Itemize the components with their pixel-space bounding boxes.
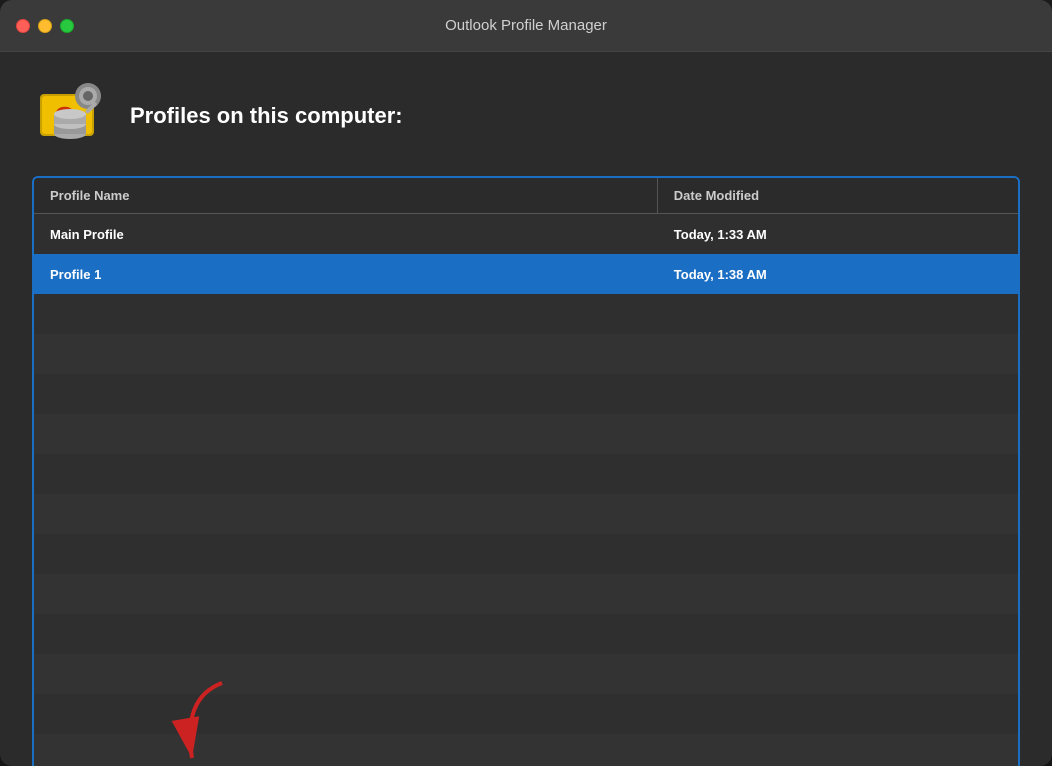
- profiles-table: Profile Name Date Modified Main Profile …: [32, 176, 1020, 766]
- column-header-date: Date Modified: [658, 178, 1018, 213]
- table-row-empty[interactable]: [34, 614, 1018, 654]
- profile-name-cell: Profile 1: [34, 267, 658, 282]
- column-header-name: Profile Name: [34, 178, 658, 213]
- table-header: Profile Name Date Modified: [34, 178, 1018, 214]
- table-row-empty[interactable]: [34, 494, 1018, 534]
- table-row-empty[interactable]: [34, 454, 1018, 494]
- profile-name-cell: Main Profile: [34, 227, 658, 242]
- maximize-button[interactable]: [60, 19, 74, 33]
- close-button[interactable]: [16, 19, 30, 33]
- profile-date-cell: Today, 1:33 AM: [658, 227, 1018, 242]
- table-row[interactable]: Profile 1 Today, 1:38 AM: [34, 254, 1018, 294]
- table-body: Main Profile Today, 1:33 AM Profile 1 To…: [34, 214, 1018, 766]
- table-row-empty[interactable]: [34, 574, 1018, 614]
- app-window: Outlook Profile Manager O: [0, 0, 1052, 766]
- main-content: O Profiles on this computer:: [0, 52, 1052, 766]
- profile-date-cell: Today, 1:38 AM: [658, 267, 1018, 282]
- minimize-button[interactable]: [38, 19, 52, 33]
- table-row-empty[interactable]: [34, 334, 1018, 374]
- window-title: Outlook Profile Manager: [445, 17, 607, 34]
- table-row-empty[interactable]: [34, 734, 1018, 766]
- table-row[interactable]: Main Profile Today, 1:33 AM: [34, 214, 1018, 254]
- section-title: Profiles on this computer:: [130, 103, 403, 129]
- table-row-empty[interactable]: [34, 654, 1018, 694]
- titlebar: Outlook Profile Manager: [0, 0, 1052, 52]
- table-row-empty[interactable]: [34, 534, 1018, 574]
- table-row-empty[interactable]: [34, 294, 1018, 334]
- header-area: O Profiles on this computer:: [32, 76, 1020, 156]
- table-row-empty[interactable]: [34, 694, 1018, 734]
- table-row-empty[interactable]: [34, 414, 1018, 454]
- table-row-empty[interactable]: [34, 374, 1018, 414]
- app-icon: O: [32, 76, 112, 156]
- traffic-lights: [16, 19, 74, 33]
